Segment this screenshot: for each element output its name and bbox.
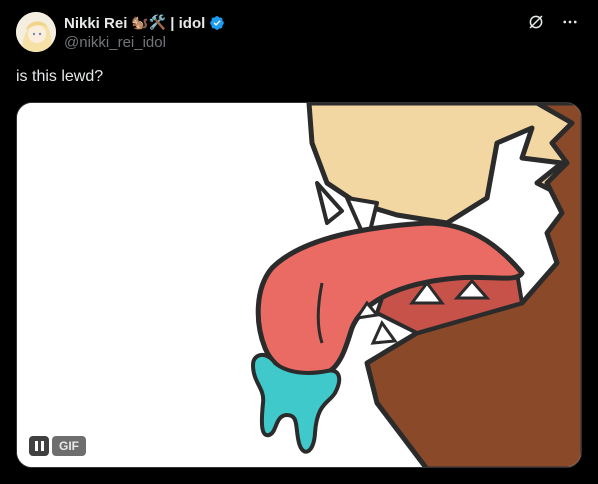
gif-controls: GIF: [29, 436, 86, 456]
author-name-suffix[interactable]: | idol: [170, 15, 205, 32]
name-emojis: 🐿️🛠️: [131, 15, 167, 31]
pause-icon-bar: [40, 441, 44, 451]
tweet-header-actions: [526, 12, 580, 32]
grok-icon: [529, 15, 543, 29]
author-name-row[interactable]: Nikki Rei 🐿️🛠️ | idol: [64, 13, 225, 33]
tweet-text: is this lewd?: [16, 68, 104, 85]
tweet-media-gif[interactable]: [16, 102, 582, 468]
author-display-name[interactable]: Nikki Rei: [64, 15, 127, 32]
more-icon: [563, 20, 577, 24]
gif-pause-button[interactable]: [29, 436, 49, 456]
grok-button[interactable]: [526, 12, 546, 32]
gif-badge: GIF: [52, 436, 86, 456]
gif-frame-illustration: [17, 103, 581, 467]
avatar-image: [16, 12, 56, 52]
verified-badge-icon[interactable]: [209, 15, 225, 31]
author-handle[interactable]: @nikki_rei_idol: [64, 34, 166, 51]
avatar[interactable]: [16, 12, 56, 52]
more-options-button[interactable]: [560, 12, 580, 32]
pause-icon: [34, 441, 38, 451]
